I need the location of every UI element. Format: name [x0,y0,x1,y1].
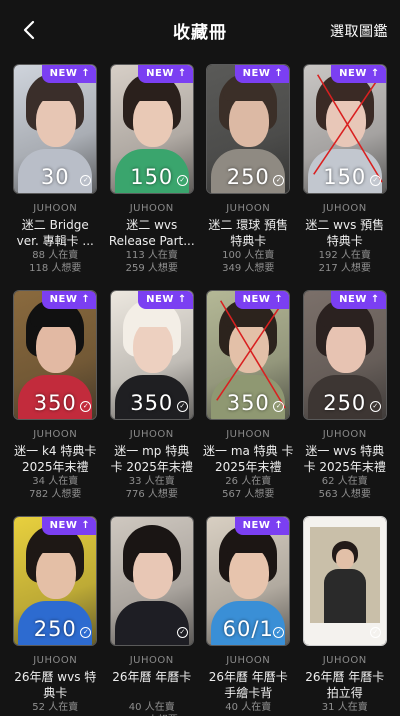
member-name: JUHOON [33,203,78,214]
member-name: JUHOON [33,655,78,666]
new-badge: NEW ↑ [234,65,290,83]
select-check-icon[interactable]: ✓ [369,627,381,638]
card-title: 迷一 wvs 特典 卡 2025年末禮 [303,444,386,474]
selling-count: 33 人在賣 [128,476,175,487]
member-name: JUHOON [129,655,174,666]
wanted-count: 349 人想要 [222,263,275,274]
wanted-count: 567 人想要 [222,489,275,500]
new-badge: NEW ↑ [331,65,386,83]
member-name: JUHOON [322,429,367,440]
wanted-count: 259 人想要 [125,263,178,274]
select-check-icon[interactable]: ✓ [176,627,188,638]
photocard-thumbnail[interactable]: NEW ↑ 250 ✓ [302,290,387,420]
card-title: 迷二 wvs 預售 特典卡 [305,218,385,248]
wanted-count: 776 人想要 [125,489,178,500]
selling-count: 40 人在賣 [225,702,272,713]
photocard-thumbnail[interactable]: NEW ↑ 250 ✓ [206,64,291,194]
collection-item[interactable]: NEW ↑ 350 ✓ JUHOON 迷一 mp 特典 卡 2025年末禮 33 人在賣 7… [107,288,198,514]
select-check-icon[interactable]: ✓ [369,175,381,186]
selling-count: 100 人在賣 [222,250,275,261]
collection-item[interactable]: NEW ↑ 60/1 ✓ JUHOON 26年曆 年曆卡 手繪卡背 40 人在賣 [203,514,294,716]
photocard-image [110,517,193,645]
collection-item[interactable]: NEW ↑ 250 ✓ JUHOON 迷二 環球 預售 特典卡 100 人在賣 349 人想… [203,62,294,288]
member-name: JUHOON [322,203,367,214]
card-title: 26年曆 年曆卡 手繪卡背 [208,670,288,700]
selling-count: 40 人在賣 [128,702,175,713]
selling-count: 31 人在賣 [321,702,368,713]
collection-item[interactable]: ✓ JUHOON 26年曆 年曆卡 拍立得 31 人在賣 [300,514,391,716]
new-badge: NEW ↑ [234,517,290,535]
card-title: 迷一 k4 特典卡 2025年末禮 [14,444,97,474]
photocard-thumbnail[interactable]: NEW ↑ 150 ✓ [109,64,194,194]
collection-item[interactable]: NEW ↑ 30 ✓ JUHOON 迷二 Bridge ver. 專輯卡 ... 88 人… [10,62,101,288]
selling-count: 113 人在賣 [125,250,178,261]
new-badge: NEW ↑ [138,65,193,83]
member-name: JUHOON [322,655,367,666]
top-bar: 收藏冊 選取圖鑑 [0,0,400,62]
select-check-icon[interactable]: ✓ [369,401,381,412]
photocard-thumbnail[interactable]: NEW ↑ 150 ✓ [302,64,387,194]
new-badge: NEW ↑ [41,517,97,535]
collection-item[interactable]: NEW ↑ 150 ✓ JUHOON 迷二 wvs 預售 特典卡 192 人在賣 217 人… [300,62,391,288]
photocard-thumbnail[interactable]: NEW ↑ 30 ✓ [13,64,98,194]
collection-item[interactable]: NEW ↑ 350 ✓ JUHOON 迷一 k4 特典卡 2025年末禮 34 人在賣 78… [10,288,101,514]
photocard-thumbnail[interactable]: NEW ↑ 350 ✓ [13,290,98,420]
photocard-image [303,517,386,645]
photocard-thumbnail[interactable]: NEW ↑ 250 ✓ [13,516,98,646]
photocard-thumbnail[interactable]: ✓ [109,516,194,646]
new-badge: NEW ↑ [138,291,193,309]
wanted-count: 118 人想要 [29,263,82,274]
collection-item[interactable]: NEW ↑ 350 ✓ JUHOON 迷一 ma 特典 卡 2025年末禮 26 人在賣 5… [203,288,294,514]
photocard-thumbnail[interactable]: NEW ↑ 60/1 ✓ [206,516,291,646]
selling-count: 26 人在賣 [225,476,272,487]
collection-item[interactable]: ✓JUHOON26年曆 年曆卡40 人在賣203 人想要 [107,514,198,716]
collection-item[interactable]: NEW ↑ 150 ✓ JUHOON 迷二 wvs Release Part... 113… [107,62,198,288]
member-name: JUHOON [226,203,271,214]
wanted-count: 563 人想要 [318,489,371,500]
photocard-thumbnail[interactable]: NEW ↑ 350 ✓ [206,290,291,420]
card-title: 迷一 ma 特典 卡 2025年末禮 [203,444,294,474]
new-badge: NEW ↑ [234,291,290,309]
select-check-icon[interactable]: ✓ [176,401,188,412]
card-title: 26年曆 年曆卡 拍立得 [305,670,385,700]
selling-count: 88 人在賣 [32,250,79,261]
wanted-count: 782 人想要 [29,489,82,500]
selling-count: 62 人在賣 [321,476,368,487]
member-name: JUHOON [226,429,271,440]
select-cards-button[interactable]: 選取圖鑑 [330,21,388,41]
collection-item[interactable]: NEW ↑ 250 ✓ JUHOON 迷一 wvs 特典 卡 2025年末禮 62 人在賣… [300,288,391,514]
photocard-thumbnail[interactable]: ✓ [302,516,387,646]
collection-grid: NEW ↑ 30 ✓ JUHOON 迷二 Bridge ver. 專輯卡 ... 88 人… [10,62,390,716]
selling-count: 34 人在賣 [32,476,79,487]
collection-item[interactable]: NEW ↑ 250 ✓ JUHOON 26年曆 wvs 特 典卡 52 人在賣 [10,514,101,716]
member-name: JUHOON [226,655,271,666]
card-title: 迷二 環球 預售 特典卡 [208,218,289,248]
new-badge: NEW ↑ [331,291,386,309]
card-title: 26年曆 年曆卡 [112,670,192,684]
card-title: 迷二 Bridge ver. 專輯卡 ... [16,218,94,248]
selling-count: 192 人在賣 [318,250,371,261]
member-name: JUHOON [129,203,174,214]
wanted-count: 217 人想要 [318,263,371,274]
card-title: 迷一 mp 特典 卡 2025年末禮 [110,444,193,474]
card-title: 迷二 wvs Release Part... [108,218,195,248]
member-name: JUHOON [33,429,78,440]
member-name: JUHOON [129,429,174,440]
select-check-icon[interactable]: ✓ [176,175,188,186]
photocard-thumbnail[interactable]: NEW ↑ 350 ✓ [109,290,194,420]
selling-count: 52 人在賣 [32,702,79,713]
new-badge: NEW ↑ [41,291,97,309]
card-title: 26年曆 wvs 特 典卡 [14,670,97,700]
new-badge: NEW ↑ [41,65,97,83]
